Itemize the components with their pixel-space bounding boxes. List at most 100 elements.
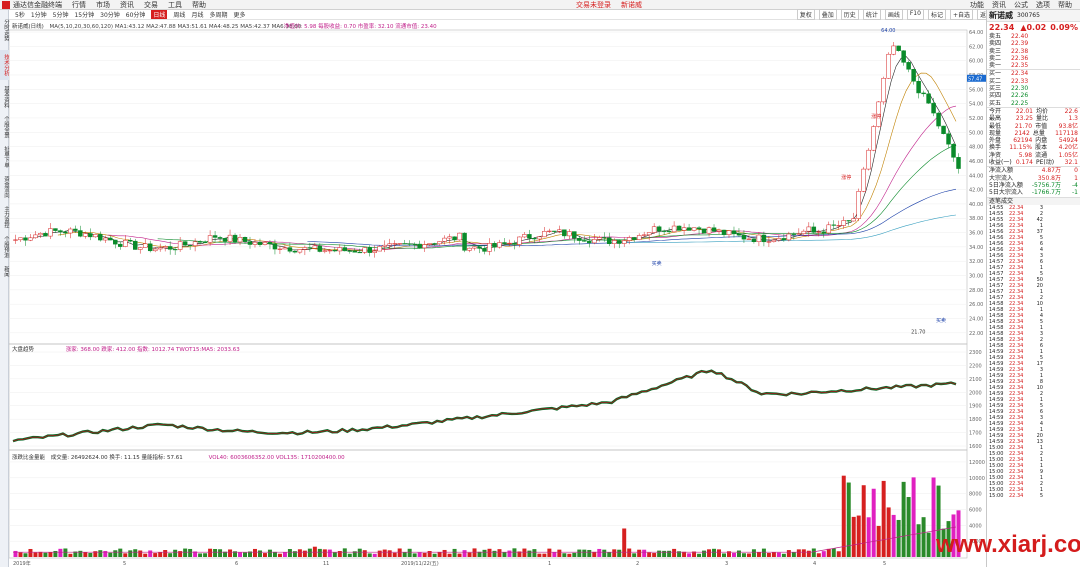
period-1m[interactable]: 1分钟 <box>31 10 47 19</box>
period-daily[interactable]: 日线 <box>151 10 168 19</box>
menu-item-tools[interactable]: 工具 <box>168 0 182 10</box>
volume-bar <box>722 553 726 557</box>
period-60m[interactable]: 60分钟 <box>126 10 146 19</box>
volume-bar <box>128 550 133 557</box>
volume-bar <box>866 517 871 557</box>
chart3-frame <box>9 449 968 559</box>
menu-right-help[interactable]: 帮助 <box>1058 0 1072 10</box>
candle-body <box>287 247 293 252</box>
volume-bar <box>697 553 702 557</box>
volume-bar <box>617 549 622 557</box>
volume-bar <box>322 549 327 557</box>
volume-bar <box>208 548 213 557</box>
menu-right-formula[interactable]: 公式 <box>1014 0 1028 10</box>
period-monthly[interactable]: 月线 <box>191 10 203 19</box>
candle-body <box>247 241 253 245</box>
volume-bar <box>741 553 746 557</box>
c3-tick: 10000 <box>969 476 985 482</box>
candle-body <box>387 243 392 246</box>
tab-overlay[interactable]: 叠加 <box>818 9 837 20</box>
candle-body <box>816 231 822 233</box>
period-weekly[interactable]: 周线 <box>173 10 185 19</box>
quote-price: 22.34 <box>989 23 1015 32</box>
candle-body <box>771 239 777 242</box>
trade-login-link[interactable]: 交易未登录 <box>576 0 611 10</box>
volume-bar <box>826 548 831 557</box>
volume-bar <box>183 548 188 557</box>
candle-body <box>552 230 557 232</box>
candle-body <box>761 234 767 243</box>
menu-item-quotes[interactable]: 行情 <box>72 0 86 10</box>
leftnav-item-1[interactable]: 技术分析 <box>0 50 9 80</box>
volume-bar <box>33 552 38 557</box>
tab-history[interactable]: 历史 <box>840 9 859 20</box>
candle-body <box>661 230 667 232</box>
menu-item-market[interactable]: 市场 <box>96 0 110 10</box>
tab-f10[interactable]: F10 <box>906 9 924 20</box>
volume-bar <box>906 497 911 557</box>
candle-body <box>237 237 243 243</box>
candle-body <box>462 232 467 251</box>
price-tick: 42.00 <box>969 188 983 194</box>
volume-bar <box>766 552 771 557</box>
candle-body <box>911 69 916 82</box>
candle-body <box>831 224 837 226</box>
candle-body <box>377 246 382 252</box>
menu-item-news[interactable]: 资讯 <box>120 0 134 10</box>
tab-add-watch[interactable]: +自选 <box>949 9 973 20</box>
ask-row-2: 卖三 22.38 <box>989 47 1029 55</box>
ask-book: 卖五 22.40 卖四 22.39 卖三 22.38 卖二 22.36 卖一 22.35 <box>987 33 1080 69</box>
flow-table: 净流入额 4.87万 0 大宗流入 350.8万 1 5日净流入额 -5756.7万 -4 5日大… <box>987 166 1080 196</box>
candle-body <box>567 231 572 237</box>
leftnav-item-0[interactable]: 分时走势 <box>0 12 9 48</box>
period-5s[interactable]: 5秒 <box>15 10 25 19</box>
ticks-list[interactable]: 14:55 22.34 3 14:55 22.34 2 14:55 22.34 42 14:56 2… <box>987 205 1080 499</box>
leftnav-item-4[interactable]: 扯单下单 <box>0 144 9 170</box>
candle-body <box>886 53 891 79</box>
leftnav-item-5[interactable]: 资金流向 <box>0 174 9 200</box>
leftnav-item-7[interactable]: 个股预测 <box>0 234 9 260</box>
tab-draw[interactable]: 画线 <box>884 9 903 20</box>
candle-body <box>691 227 697 231</box>
period-5m[interactable]: 5分钟 <box>53 10 69 19</box>
stock-title-link[interactable]: 新诺威 <box>621 0 642 10</box>
period-more[interactable]: 更多 <box>233 10 245 19</box>
stat-row-6: 净资 5.98 流通 1.05亿 <box>989 151 1078 159</box>
candle-body <box>926 93 931 104</box>
leftnav-item-8[interactable]: 新闻 <box>0 264 9 278</box>
flow-row-0: 净流入额 4.87万 0 <box>989 167 1078 175</box>
tab-fuquan[interactable]: 复权 <box>796 9 815 20</box>
volume-bar <box>841 475 846 557</box>
menu-item-help[interactable]: 帮助 <box>192 0 206 10</box>
period-30m[interactable]: 30分钟 <box>100 10 120 19</box>
volume-bar <box>392 552 397 557</box>
candle-body <box>716 229 722 232</box>
candle-body <box>257 241 263 245</box>
tab-stats[interactable]: 统计 <box>862 9 881 20</box>
leftnav-item-2[interactable]: 基本资料 <box>0 84 9 110</box>
menu-right-options[interactable]: 选项 <box>1036 0 1050 10</box>
period-15m[interactable]: 15分钟 <box>74 10 94 19</box>
candle-body <box>616 240 622 244</box>
volume-bar <box>831 548 836 557</box>
period-multi[interactable]: 多周期 <box>209 10 227 19</box>
stats-table: 今开 22.01 均价 22.6 最高 23.25 量比 1.3 最低 21.70 市值 93.8亿现… <box>987 106 1080 166</box>
candle-body <box>23 237 28 241</box>
volume-bar <box>587 549 592 557</box>
tab-mark[interactable]: 标记 <box>927 9 946 20</box>
volume-bar <box>572 552 577 557</box>
volume-bar <box>158 552 163 557</box>
leftnav-item-3[interactable]: 个股全景 <box>0 114 9 140</box>
candle-body <box>582 240 587 242</box>
candle-body <box>626 237 632 241</box>
volume-bar <box>467 552 472 557</box>
chart-area[interactable]: 买卖64.0021.70买卖涨停涨停 64.0062.0060.0058.005… <box>9 20 986 567</box>
app-title: 通达信金融终端 <box>13 0 62 9</box>
volume-bar <box>731 552 736 557</box>
candle-body <box>347 250 353 252</box>
menu-item-trade[interactable]: 交易 <box>144 0 158 10</box>
volume-bar <box>522 548 527 557</box>
candle-body <box>457 232 462 241</box>
candle-body <box>217 237 223 239</box>
leftnav-item-6[interactable]: 主力监控 <box>0 204 9 230</box>
